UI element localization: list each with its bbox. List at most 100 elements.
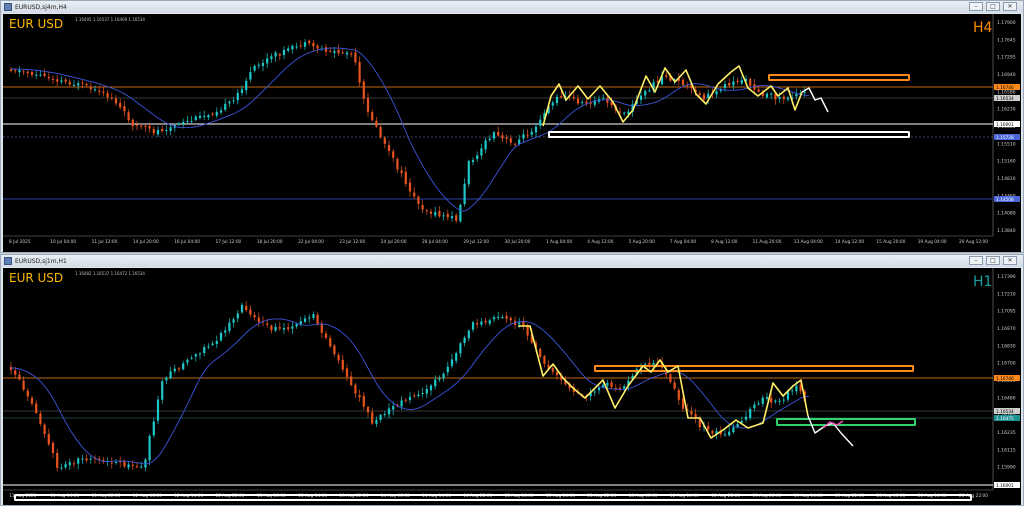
- candle-body: [765, 93, 769, 98]
- time-axis-label: 8 Aug 12:00: [711, 239, 738, 245]
- candle-body: [127, 112, 130, 121]
- candle-body: [68, 462, 71, 466]
- candle-body: [791, 390, 794, 392]
- close-icon[interactable]: ✕: [1003, 256, 1017, 265]
- time-axis-label: 22 Jul 04:00: [298, 239, 324, 245]
- candle-body: [211, 113, 214, 115]
- candle-body: [782, 96, 785, 100]
- price-tag-label: 1.16746: [996, 376, 1014, 382]
- candle-body: [308, 317, 311, 319]
- candle-body: [438, 378, 441, 380]
- candle-body: [9, 69, 13, 72]
- candle-body: [371, 112, 374, 121]
- candle-body: [287, 327, 290, 330]
- candle-body: [228, 322, 231, 332]
- price-scale-label: 1.16115: [997, 447, 1016, 453]
- candle-body: [186, 120, 189, 122]
- ohlc-readout: 1.16482 1.16537 1.16472 1.16534: [75, 271, 145, 276]
- candle-body: [270, 325, 273, 331]
- candle-body: [303, 42, 307, 47]
- candle-body: [778, 400, 781, 402]
- candle-body: [110, 97, 113, 99]
- candle-body: [282, 49, 286, 56]
- minimize-icon[interactable]: –: [969, 256, 983, 265]
- candle-body: [366, 406, 370, 413]
- candle-body: [152, 421, 155, 436]
- candle-body: [480, 148, 483, 156]
- candle-body: [467, 161, 470, 185]
- candle-body: [740, 80, 743, 84]
- price-scale-label: 1.15510: [997, 141, 1016, 147]
- price-tag-label: 1.16475: [996, 416, 1014, 422]
- chart-window-h4[interactable]: EURUSD,sj4m,H4 – □ ✕ 1.17900 1.17645 1.172…: [0, 0, 1024, 253]
- candle-body: [782, 399, 785, 401]
- candle-body: [543, 356, 546, 364]
- candle-body: [786, 97, 790, 100]
- candle-body: [480, 321, 483, 325]
- candle-body: [471, 160, 475, 163]
- candle-body: [337, 354, 340, 361]
- candle-body: [203, 115, 206, 117]
- price-chart-h1[interactable]: 1.17390 1.17210 1.17095 1.16970 1.16830 1.167…: [3, 268, 1021, 505]
- candle-body: [450, 216, 454, 219]
- candle-body: [312, 42, 315, 47]
- time-axis-label: 30 Jul 20:00: [505, 239, 531, 245]
- price-chart-h4[interactable]: 1.179001.176451.172951.169401.165861.162…: [3, 14, 1021, 252]
- title-bar[interactable]: EURUSD,sj1m,H1 – □ ✕: [1, 255, 1023, 267]
- price-scale-label: 1.17900: [997, 20, 1016, 26]
- candle-body: [77, 83, 80, 86]
- candle-body: [728, 83, 731, 86]
- candle-body: [471, 322, 475, 330]
- time-axis-label: 16 Jul 04:00: [174, 239, 200, 245]
- minimize-icon[interactable]: –: [969, 2, 983, 11]
- maximize-icon[interactable]: □: [986, 2, 1000, 11]
- candle-body: [509, 317, 512, 321]
- candle-body: [467, 330, 470, 339]
- price-scale-label: 1.17210: [997, 291, 1016, 297]
- maximize-icon[interactable]: □: [986, 256, 1000, 265]
- candle-body: [732, 81, 735, 86]
- candle-body: [602, 97, 605, 99]
- price-scale-label: 1.16480: [997, 395, 1016, 401]
- candle-body: [60, 80, 63, 82]
- candle-body: [207, 115, 210, 118]
- price-tag-label: 1.15728: [996, 135, 1014, 141]
- candle-body: [597, 387, 601, 391]
- candle-body: [476, 323, 479, 325]
- candle-body: [295, 324, 298, 327]
- time-axis-label: 14 Jul 20:00: [133, 239, 159, 245]
- candle-body: [161, 381, 164, 400]
- price-tag-label: 1.16534: [996, 409, 1014, 415]
- candle-body: [375, 419, 378, 424]
- time-axis-label: 11 Jul 12:00: [92, 239, 118, 245]
- candle-body: [43, 73, 46, 76]
- candle-body: [308, 40, 311, 44]
- candle-body: [207, 346, 210, 348]
- candle-body: [257, 64, 260, 66]
- candle-body: [425, 388, 428, 394]
- candle-body: [753, 404, 756, 409]
- candle-body: [392, 406, 395, 410]
- candle-body: [161, 129, 164, 132]
- candle-body: [333, 50, 336, 53]
- candle-body: [362, 81, 365, 99]
- title-bar[interactable]: EURUSD,sj4m,H4 – □ ✕: [1, 1, 1023, 13]
- close-icon[interactable]: ✕: [1003, 2, 1017, 11]
- candle-body: [60, 467, 63, 469]
- candle-body: [39, 413, 42, 424]
- candle-body: [345, 52, 349, 55]
- candle-body: [64, 464, 67, 468]
- candle-body: [761, 397, 764, 404]
- price-scale-label: 1.16830: [997, 343, 1016, 349]
- price-tag-label: 1.14508: [996, 197, 1014, 203]
- time-axis-label: 8 Jul 2025: [9, 239, 31, 245]
- candle-body: [278, 327, 281, 329]
- window-title: EURUSD,sj4m,H4: [15, 3, 67, 11]
- candle-body: [518, 139, 521, 145]
- candle-body: [123, 106, 126, 112]
- chart-background: [3, 268, 1021, 505]
- chart-window-h1[interactable]: EURUSD,sj1m,H1 – □ ✕ 1.17390 1.17210 1.170…: [0, 254, 1024, 506]
- candle-body: [778, 97, 781, 99]
- time-axis-label: 18 Jul 20:00: [257, 239, 283, 245]
- candle-body: [324, 47, 328, 52]
